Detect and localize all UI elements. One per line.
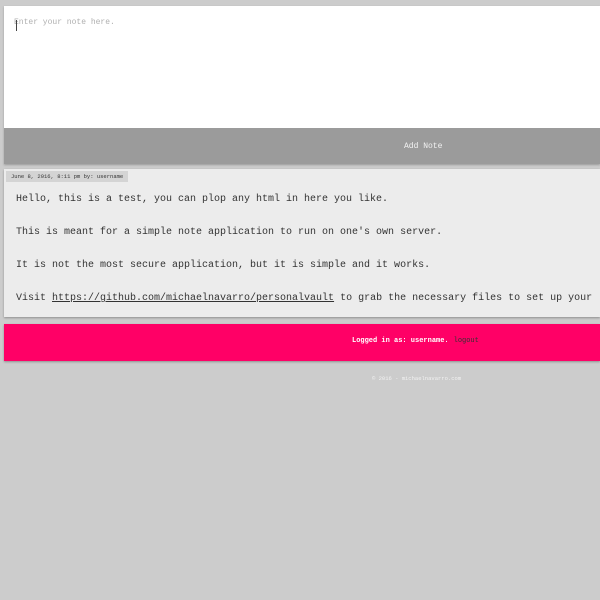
note-paragraph-visit: Visit https://github.com/michaelnavarro/…: [16, 292, 600, 305]
note-body: Hello, this is a test, you can plop any …: [16, 193, 600, 317]
note-input[interactable]: [4, 6, 600, 128]
footer-copyright: © 2016 - michaelnavarro.com: [372, 375, 462, 382]
text-caret: [16, 20, 17, 31]
add-note-label: Add Note: [404, 142, 443, 151]
note-paragraph: It is not the most secure application, b…: [16, 260, 431, 271]
note-paragraph: Hello, this is a test, you can plop any …: [16, 194, 389, 205]
login-status: Logged in as: username. logout: [352, 337, 479, 345]
note-meta: June 8, 2016, 8:11 pm by: username: [6, 171, 129, 182]
logout-link[interactable]: logout: [454, 337, 479, 345]
visit-suffix: to grab the necessary files to set up yo…: [334, 293, 593, 304]
status-bar: Logged in as: username. logout: [4, 324, 600, 361]
page: Add Note June 8, 2016, 8:11 pm by: usern…: [0, 0, 600, 600]
github-link[interactable]: https://github.com/michaelnavarro/person…: [52, 293, 334, 304]
visit-prefix: Visit: [16, 293, 53, 304]
note-card: June 8, 2016, 8:11 pm by: username Hello…: [4, 169, 600, 317]
note-paragraph: This is meant for a simple note applicat…: [16, 227, 443, 238]
add-note-button[interactable]: Add Note: [4, 128, 600, 164]
logged-in-text: Logged in as: username.: [352, 337, 449, 345]
note-composer: Add Note: [4, 6, 600, 164]
